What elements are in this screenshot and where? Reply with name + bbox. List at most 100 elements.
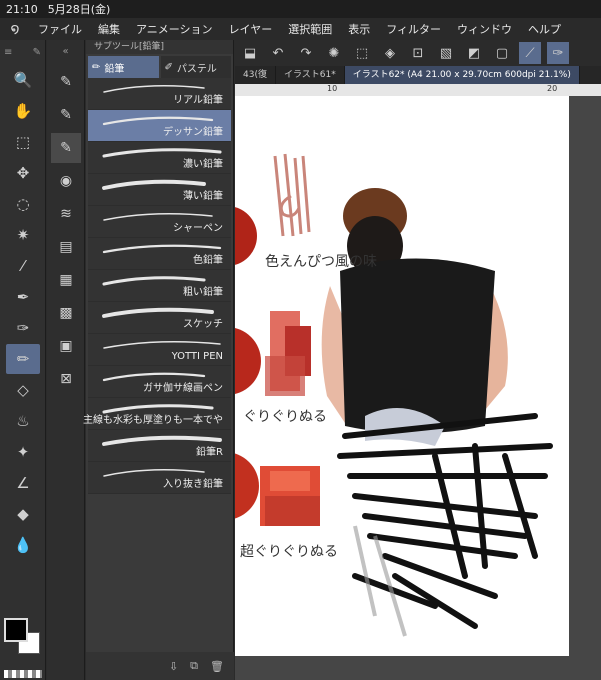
magic-wand-icon[interactable]: ✷ <box>6 220 40 250</box>
canvas-paper[interactable]: 色えんぴつ風の味 ぐりぐりぬる 超ぐりぐりぬる <box>235 96 569 656</box>
ruler-snap-icon[interactable]: ⟋ <box>519 42 541 64</box>
undo-icon[interactable]: ↶ <box>267 42 289 64</box>
brush-item[interactable]: 濃い鉛筆 <box>88 142 231 174</box>
tab-doc-43[interactable]: 43(復 <box>235 66 276 84</box>
transform-icon[interactable]: ⊡ <box>407 42 429 64</box>
color-circle-icon[interactable]: ◉ <box>51 166 81 196</box>
swatch-pencil <box>273 153 311 237</box>
brush-item[interactable]: リアル鉛筆 <box>88 78 231 110</box>
artwork: 色えんぴつ風の味 ぐりぐりぬる 超ぐりぐりぬる <box>235 153 553 637</box>
zoom-tool-icon[interactable]: 🔍 <box>6 65 40 95</box>
brush-item[interactable]: YOTTI PEN <box>88 334 231 366</box>
brush-item[interactable]: 主線も水彩も厚塗りも一本でや <box>83 398 231 430</box>
fill-tool-icon[interactable]: ◆ <box>6 499 40 529</box>
menu-view[interactable]: 表示 <box>340 21 378 37</box>
brush-name: シャーペン <box>173 223 223 234</box>
brush-item[interactable]: ガサ伽サ線画ペン <box>88 366 231 398</box>
menu-selection[interactable]: 選択範囲 <box>280 21 340 37</box>
brush-item[interactable]: 粗い鉛筆 <box>88 270 231 302</box>
sparkle-tool-icon[interactable]: ✦ <box>6 437 40 467</box>
tab-pencil[interactable]: ✏ 鉛筆 <box>88 56 159 78</box>
collapse-icon[interactable]: « <box>47 40 84 64</box>
menu-filter[interactable]: フィルター <box>378 21 449 37</box>
eraser-tool-icon[interactable]: ◇ <box>6 375 40 405</box>
brush-name: 主線も水彩も厚塗りも一本でや <box>83 415 223 426</box>
blend-tool-icon[interactable]: ♨ <box>6 406 40 436</box>
brush-item[interactable]: 鉛筆R <box>88 430 231 462</box>
swatch-red-2 <box>260 466 320 526</box>
brush-item[interactable]: スケッチ <box>88 302 231 334</box>
save-icon[interactable]: ⬓ <box>239 42 261 64</box>
lasso-tool-icon[interactable]: ◌ <box>6 189 40 219</box>
command-bar: ⬓ ↶ ↷ ✺ ⬚ ◈ ⊡ ▧ ◩ ▢ ⟋ ✑ <box>235 40 601 66</box>
status-bar: 21:10 5月28日(金) <box>0 0 601 18</box>
menu-animation[interactable]: アニメーション <box>128 21 221 37</box>
brush-item[interactable]: シャーペン <box>88 206 231 238</box>
pencil-tool-icon[interactable]: ✏ <box>6 344 40 374</box>
fill-icon[interactable]: ◈ <box>379 42 401 64</box>
brush-list: リアル鉛筆デッサン鉛筆 濃い鉛筆 薄い鉛筆シャーペン色鉛筆粗い鉛筆スケッチ YOTTI… <box>83 78 233 494</box>
annotation-3: 超ぐりぐりぬる <box>240 544 338 560</box>
select-area-icon[interactable]: ⬚ <box>351 42 373 64</box>
layers-icon[interactable]: ≋ <box>51 199 81 229</box>
menu-icon[interactable]: ≡ <box>4 47 12 58</box>
brush-item[interactable]: 色鉛筆 <box>88 238 231 270</box>
menu-layer[interactable]: レイヤー <box>221 21 281 37</box>
pencil-category-icon[interactable]: ✎ <box>51 67 81 97</box>
foreground-color-swatch[interactable] <box>4 618 28 642</box>
move-tool-icon[interactable]: ✥ <box>6 158 40 188</box>
grid-icon[interactable]: ▩ <box>51 298 81 328</box>
filmstrip-icon[interactable]: ▦ <box>51 265 81 295</box>
layer-stack-icon[interactable]: ▤ <box>51 232 81 262</box>
loading-icon[interactable]: ✺ <box>323 42 345 64</box>
brush-snap-icon[interactable]: ✑ <box>547 42 569 64</box>
brush-item[interactable]: 薄い鉛筆 <box>88 174 231 206</box>
halftone-icon[interactable]: ◩ <box>463 42 485 64</box>
tab-doc-61[interactable]: イラスト61* <box>276 66 345 84</box>
tab-doc-62[interactable]: イラスト62* (A4 21.00 x 29.70cm 600dpi 21.1%… <box>344 66 580 84</box>
app-logo-icon[interactable]: ໑ <box>0 21 30 37</box>
pencil-settings-icon[interactable]: ✎ <box>51 100 81 130</box>
eyedropper-icon[interactable]: ⁄ <box>6 251 40 281</box>
brush-name: 鉛筆R <box>196 447 223 458</box>
pen-indicator-icon: ✎ <box>32 46 41 58</box>
ruler-mark-20: 20 <box>547 84 558 93</box>
subtool-footer: ⇩ ⧉ 🗑 <box>86 652 234 680</box>
pastel-icon: ✐ <box>164 61 173 73</box>
brush-name: 色鉛筆 <box>193 255 223 266</box>
duplicate-icon[interactable]: ⧉ <box>190 659 198 673</box>
clapper-icon[interactable]: ▣ <box>51 331 81 361</box>
drops-tool-icon[interactable]: 💧 <box>6 530 40 560</box>
brush-item[interactable]: デッサン鉛筆 <box>88 110 231 142</box>
hand-tool-icon[interactable]: ✋ <box>6 96 40 126</box>
status-time: 21:10 <box>6 2 38 16</box>
close-box-icon[interactable]: ⊠ <box>51 364 81 394</box>
brush-stroke-preview <box>103 341 221 349</box>
brush-name: スケッチ <box>183 319 223 330</box>
brush-tool-icon[interactable]: ✑ <box>6 313 40 343</box>
menu-edit[interactable]: 編集 <box>90 21 128 37</box>
menu-window[interactable]: ウィンドウ <box>449 21 520 37</box>
pencil-list-icon[interactable]: ✎ <box>51 133 81 163</box>
brush-name: リアル鉛筆 <box>173 95 223 106</box>
brush-item[interactable]: 入り抜き鉛筆 <box>88 462 231 494</box>
menu-help[interactable]: ヘルプ <box>520 21 569 37</box>
tool-palette: ≡ ✎ 🔍 ✋ ⬚ ✥ ◌ ✷ ⁄ ✒ ✑ ✏ ◇ ♨ ✦ ∠ ◆ 💧 <box>0 40 46 680</box>
menu-file[interactable]: ファイル <box>30 21 90 37</box>
tank-top-shape <box>340 258 495 434</box>
apple-shape <box>235 453 259 519</box>
line-tool-icon[interactable]: ∠ <box>6 468 40 498</box>
object-tool-icon[interactable]: ⬚ <box>6 127 40 157</box>
square-icon[interactable]: ▢ <box>491 42 513 64</box>
hatch-icon[interactable]: ▧ <box>435 42 457 64</box>
tool-palette-header: ≡ ✎ <box>0 40 45 64</box>
color-swatch[interactable] <box>4 618 42 662</box>
transparent-color-swatch[interactable] <box>4 670 42 678</box>
swatch-red-1 <box>265 311 311 396</box>
trash-icon[interactable]: 🗑 <box>210 660 224 673</box>
redo-icon[interactable]: ↷ <box>295 42 317 64</box>
tab-pastel[interactable]: ✐ パステル <box>160 56 231 78</box>
pen-tool-icon[interactable]: ✒ <box>6 282 40 312</box>
annotation-1: 色えんぴつ風の味 <box>265 253 377 270</box>
import-icon[interactable]: ⇩ <box>169 660 178 673</box>
